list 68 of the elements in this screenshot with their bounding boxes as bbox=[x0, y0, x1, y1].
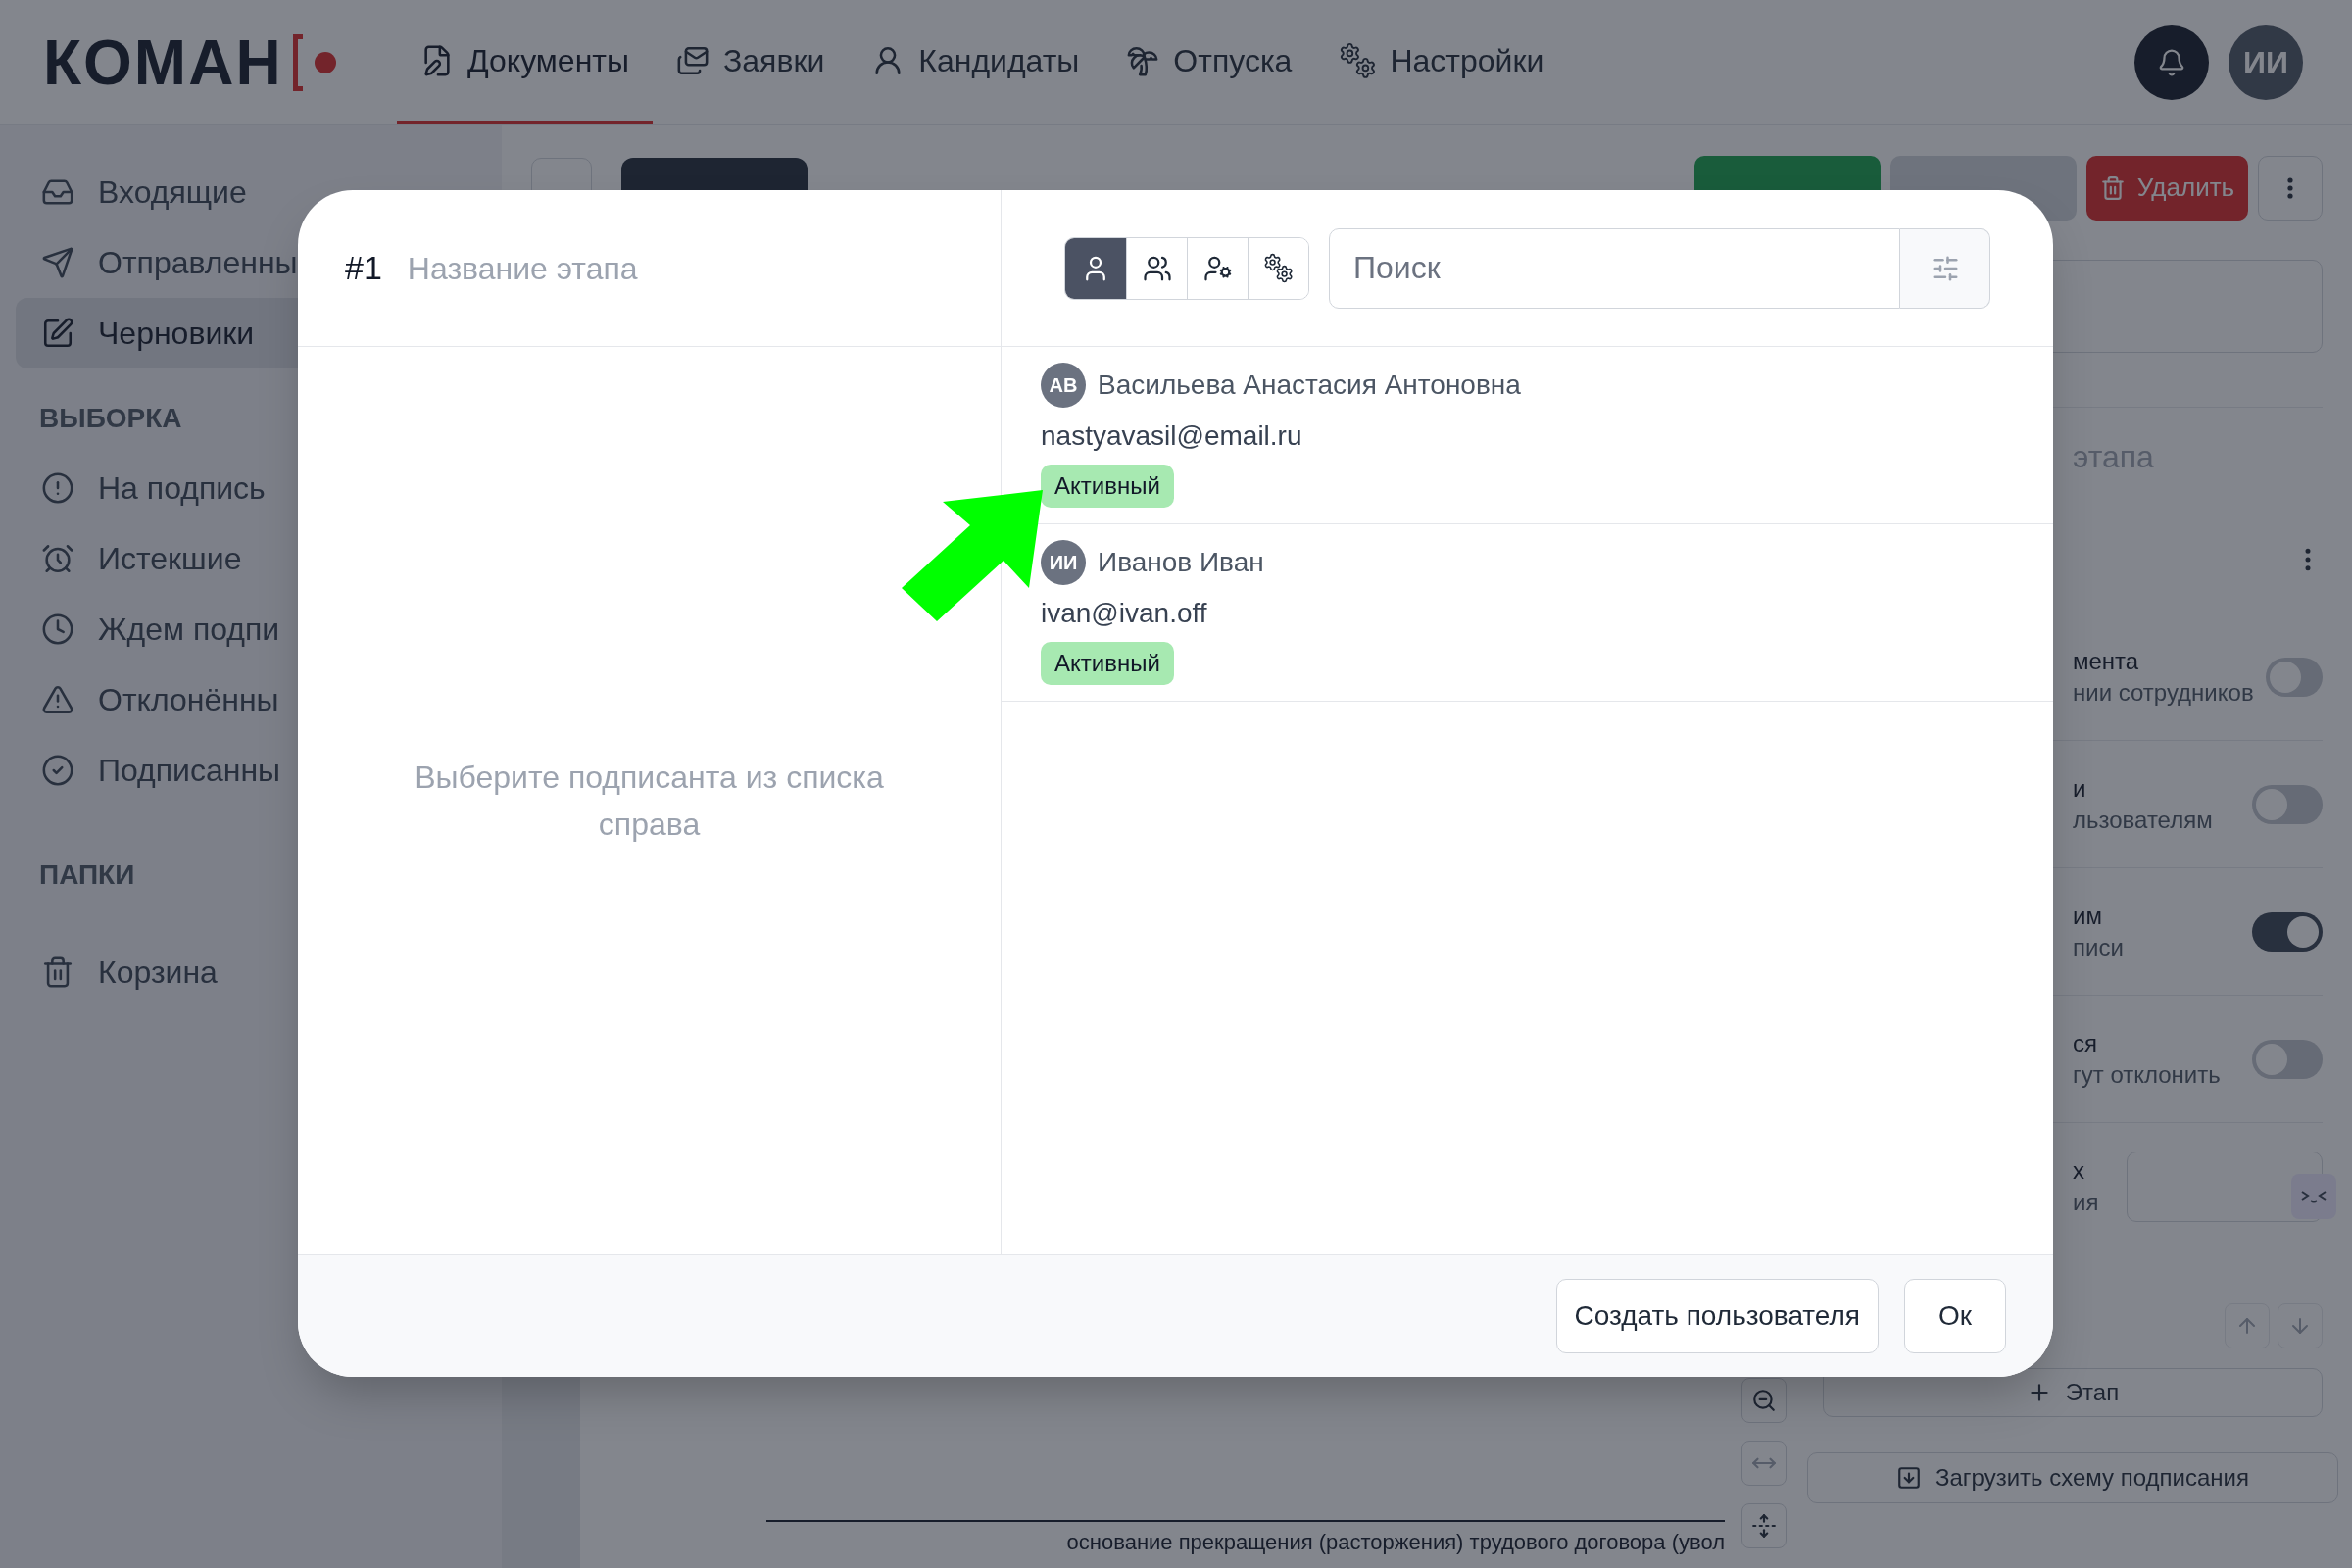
logo: КОМАН bbox=[43, 25, 283, 100]
user-name: Васильева Анастасия Антоновна bbox=[1098, 368, 1521, 402]
setting-description: льзователям bbox=[2073, 805, 2214, 835]
user-email: ivan@ivan.off bbox=[1041, 597, 1207, 630]
zoom-out-button[interactable] bbox=[1741, 1378, 1787, 1423]
trash-icon bbox=[41, 956, 74, 989]
more-icon bbox=[2287, 176, 2293, 199]
bell-icon bbox=[2157, 47, 2186, 77]
send-icon bbox=[41, 246, 74, 279]
user-avatar: АВ bbox=[1041, 363, 1086, 408]
section-title: ВЫБОРКА bbox=[38, 402, 183, 435]
section-title: ПАПКИ bbox=[38, 858, 136, 892]
setting-description: писи bbox=[2073, 932, 2125, 962]
stage-name-field[interactable]: Название этапа bbox=[407, 244, 1001, 292]
sidebar-item[interactable]: Истекшие bbox=[16, 523, 486, 594]
sidebar-item[interactable]: Входящие bbox=[16, 157, 486, 227]
trash-icon bbox=[2099, 174, 2126, 201]
ok-button[interactable]: Ок bbox=[1904, 1279, 2006, 1353]
edit-icon bbox=[41, 317, 74, 350]
fit-height-button[interactable] bbox=[1741, 1503, 1787, 1548]
download-icon bbox=[1896, 1465, 1922, 1491]
clock-icon bbox=[41, 612, 74, 646]
setting-description: ия bbox=[2073, 1187, 2100, 1217]
nav-tab[interactable]: Отпуска bbox=[1102, 0, 1316, 124]
gears-icon bbox=[1262, 252, 1295, 284]
delete-button[interactable]: Удалить bbox=[2086, 155, 2248, 220]
nav-tab[interactable]: Заявки bbox=[652, 0, 849, 124]
sidebar-item[interactable]: Отклонённы bbox=[16, 664, 486, 735]
user-email: nastyavasil@email.ru bbox=[1041, 419, 1302, 453]
warning-icon bbox=[41, 683, 74, 716]
alarm-clock-icon bbox=[41, 542, 74, 575]
status-badge: Активный bbox=[1041, 642, 1174, 685]
zoom-out-icon bbox=[1751, 1388, 1777, 1413]
toggle-switch[interactable] bbox=[2252, 911, 2323, 952]
pointer-arrow-icon bbox=[902, 490, 1043, 621]
stage-number: #1 bbox=[345, 248, 382, 288]
empty-hint: Выберите подписанта из списка справа bbox=[414, 759, 885, 844]
vertical-arrows-icon bbox=[1751, 1513, 1777, 1539]
sidebar-item[interactable]: На подпись bbox=[16, 453, 486, 523]
status-badge: Активный bbox=[1041, 465, 1174, 508]
create-user-button[interactable]: Создать пользователя bbox=[1555, 1279, 1879, 1353]
alert-icon bbox=[41, 471, 74, 505]
sidebar-item[interactable]: Ждем подпи bbox=[16, 594, 486, 664]
user-avatar: ИИ bbox=[1041, 540, 1086, 585]
toggle-switch[interactable] bbox=[2252, 784, 2323, 824]
nav-tab[interactable]: Кандидаты bbox=[848, 0, 1103, 124]
nav-tab[interactable]: Настройки bbox=[1315, 0, 1568, 124]
logo-mark-icon bbox=[292, 33, 336, 91]
setting-description: нии сотрудников bbox=[2073, 677, 2254, 708]
filter-tab[interactable] bbox=[1248, 237, 1308, 299]
document-text: основание прекращения (расторжения) трудового договора (увол bbox=[1066, 1530, 1725, 1554]
load-scheme-button[interactable]: Загрузить схему подписания bbox=[1807, 1452, 2338, 1503]
check-circle-icon bbox=[41, 754, 74, 787]
toggle-switch[interactable] bbox=[2265, 657, 2323, 697]
toggle-switch[interactable] bbox=[2252, 1039, 2323, 1079]
search-field[interactable]: Поиск bbox=[1329, 227, 1900, 309]
setting-title: ся bbox=[2073, 1028, 2098, 1058]
setting-title: и bbox=[2073, 773, 2087, 804]
setting-description: гут отклонить bbox=[2073, 1059, 2222, 1090]
sidebar-item[interactable]: Корзина bbox=[16, 937, 486, 1007]
setting-title: х bbox=[2073, 1155, 2085, 1186]
assistant-widget-icon[interactable] bbox=[2291, 1174, 2336, 1219]
user-name: Иванов Иван bbox=[1098, 546, 1264, 579]
setting-title: им bbox=[2073, 901, 2103, 931]
filter-tab[interactable] bbox=[1065, 237, 1126, 299]
user-avatar[interactable]: ИИ bbox=[2229, 24, 2303, 100]
setting-title: мента bbox=[2073, 646, 2140, 676]
gears-icon bbox=[1339, 41, 1377, 79]
